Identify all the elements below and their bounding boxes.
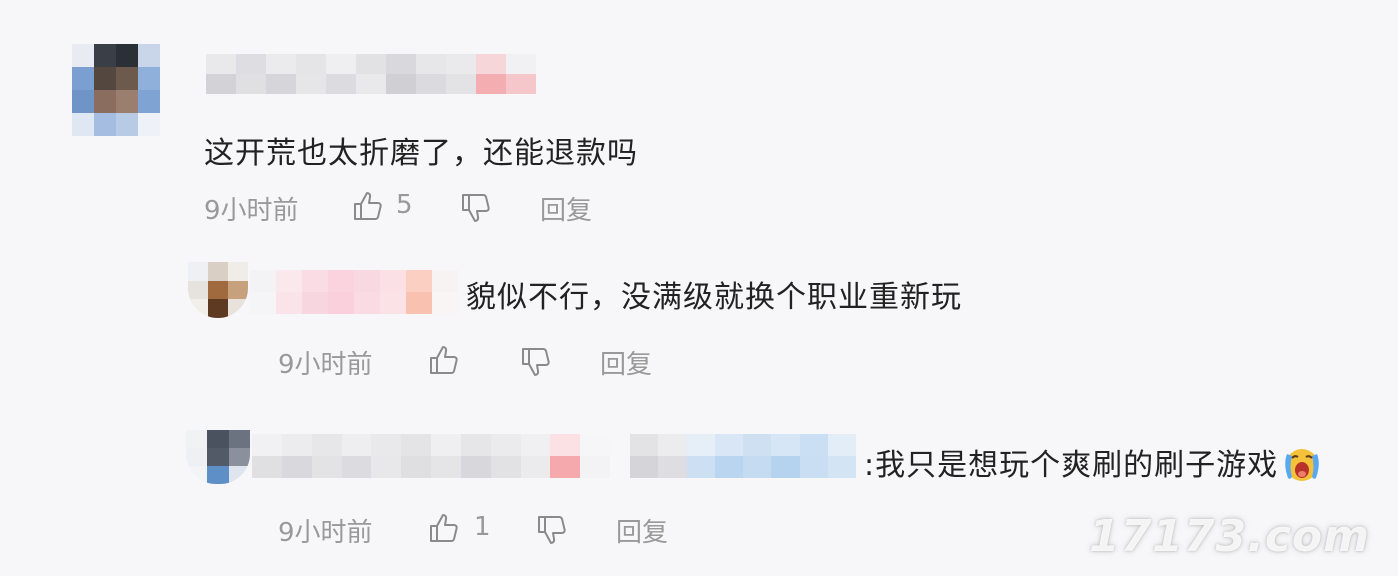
avatar[interactable] (72, 44, 160, 136)
timestamp: 9小时前 (278, 518, 373, 548)
reply-button[interactable]: 回复 (540, 190, 592, 227)
like-count: 1 (474, 512, 491, 542)
reply-button[interactable]: 回复 (616, 512, 668, 549)
avatar[interactable] (188, 262, 248, 318)
comment-text: 这开荒也太折磨了，还能退款吗 (204, 136, 638, 171)
reply-text-content: :我只是想玩个爽刷的刷子游戏 (864, 448, 1279, 483)
thumbs-down-icon[interactable] (520, 346, 552, 378)
timestamp: 9小时前 (204, 196, 299, 226)
thumbs-up-icon[interactable] (352, 190, 384, 222)
thumbs-up-icon[interactable] (428, 512, 460, 544)
username[interactable] (206, 54, 536, 94)
crying-face-emoji-icon (1280, 444, 1324, 484)
reply-text: :我只是想玩个爽刷的刷子游戏 (864, 440, 1324, 487)
reply-button[interactable]: 回复 (600, 344, 652, 381)
thumbs-down-icon[interactable] (536, 514, 568, 546)
username[interactable] (250, 270, 458, 314)
username[interactable] (630, 434, 856, 478)
timestamp: 9小时前 (278, 350, 373, 380)
like-count: 5 (396, 190, 413, 220)
thumbs-up-icon[interactable] (428, 344, 460, 376)
reply-text: 貌似不行，没满级就换个职业重新玩 (466, 280, 962, 315)
thumbs-down-icon[interactable] (460, 192, 492, 224)
avatar[interactable] (186, 430, 250, 484)
username[interactable] (252, 434, 610, 478)
watermark: 17173.com (1089, 511, 1370, 562)
